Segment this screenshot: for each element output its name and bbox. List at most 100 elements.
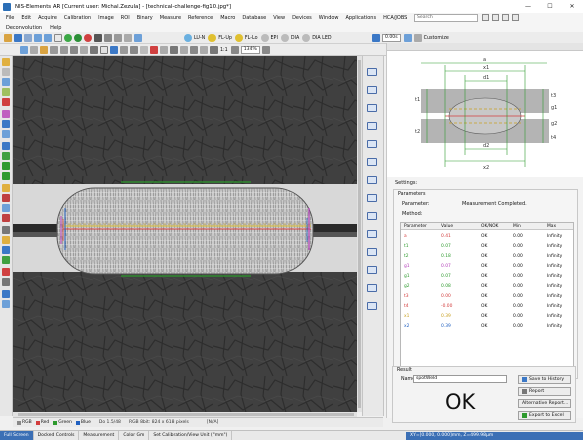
scale-ratio[interactable]: 1:1 (220, 48, 228, 53)
table-row[interactable]: t2 0.18 OK 0.00 Infinity (401, 252, 573, 262)
blank-icon[interactable] (54, 34, 62, 42)
zoom-reset-icon[interactable] (200, 46, 208, 54)
menu-window[interactable]: Window (319, 15, 339, 21)
panel-icon[interactable] (367, 68, 377, 76)
grid-overlay-icon[interactable] (2, 256, 10, 264)
layout-grid-icon[interactable] (367, 86, 377, 94)
menu-calibration[interactable]: Calibration (64, 15, 91, 21)
menu-database[interactable]: Database (242, 15, 266, 21)
frame-tool-icon[interactable] (367, 122, 377, 130)
grid-icon[interactable] (114, 34, 122, 42)
save-icon[interactable] (14, 34, 22, 42)
live-icon[interactable] (74, 34, 82, 42)
lu-n-button[interactable]: LU-N (194, 36, 205, 41)
channel-tab-rgb[interactable]: RGB (17, 420, 32, 425)
tab-full-screen[interactable]: Full Screen (0, 431, 34, 440)
menu-image[interactable]: Image (98, 15, 114, 21)
open-folder-icon[interactable] (4, 34, 12, 42)
shape-icon[interactable] (367, 158, 377, 166)
hand-icon[interactable] (40, 46, 48, 54)
scale-tool-icon[interactable] (367, 104, 377, 112)
threshold-icon[interactable] (2, 204, 10, 212)
arrow-tool-icon[interactable] (20, 46, 28, 54)
channel-tab-green[interactable]: Green (53, 420, 72, 425)
report-button[interactable]: Report (518, 387, 571, 396)
camera-icon[interactable] (34, 34, 42, 42)
table-row[interactable]: g1 0.07 OK 0.00 Infinity (401, 272, 573, 282)
play-icon[interactable] (64, 34, 72, 42)
rect-roi-icon[interactable] (2, 78, 10, 86)
menu-binary[interactable]: Binary (137, 15, 153, 21)
align-icon[interactable] (367, 140, 377, 148)
menu-edit[interactable]: Edit (21, 15, 31, 21)
table-row[interactable]: g2 0.08 OK 0.00 Infinity (401, 282, 573, 292)
layers-icon[interactable] (2, 300, 10, 308)
menu-hca-jobs[interactable]: HCA/JOBS (383, 15, 407, 21)
image-viewer[interactable] (13, 56, 357, 412)
lu-n-icon[interactable] (184, 34, 192, 42)
zoom-field[interactable]: 134% (240, 46, 260, 54)
scale-icon[interactable] (80, 46, 88, 54)
tab-measurement[interactable]: Measurement (79, 431, 120, 440)
delete-icon[interactable] (2, 268, 10, 276)
scroll-thumb[interactable] (18, 413, 354, 416)
arrow-annotation-icon[interactable] (2, 236, 10, 244)
table-row[interactable]: t3 0.00 OK 0.00 Infinity (401, 292, 573, 302)
count-icon[interactable] (2, 184, 10, 192)
tab-docked-controls[interactable]: Docked Controls (34, 431, 80, 440)
polygon-roi-icon[interactable] (2, 98, 10, 106)
zoom-plus-icon[interactable] (261, 46, 270, 54)
calibration-status[interactable]: Set Calibration/View Unit ("mm") (149, 431, 233, 440)
alternative-report-button[interactable]: Alternative Report... (518, 399, 571, 408)
ellipse-roi-icon[interactable] (2, 88, 10, 96)
arrow-shape-icon[interactable] (367, 248, 377, 256)
close-button[interactable]: ✕ (561, 0, 583, 13)
dia-led-icon[interactable] (302, 34, 311, 42)
search-input[interactable]: Search (414, 14, 478, 22)
layout-toggle-icon[interactable] (413, 34, 422, 42)
channel-icon[interactable] (110, 46, 118, 54)
menu-macro[interactable]: Macro (220, 15, 235, 21)
help-icon[interactable] (502, 14, 509, 21)
capture-icon[interactable] (44, 34, 52, 42)
table-row[interactable]: x2 0.39 OK 0.00 Infinity (401, 322, 573, 332)
result-name-field[interactable]: spotWeld (413, 375, 507, 383)
save-to-history-button[interactable]: Save to History (518, 375, 571, 384)
point-icon[interactable] (2, 130, 10, 138)
scale-bar-icon[interactable] (2, 246, 10, 254)
angle-icon[interactable] (2, 172, 10, 180)
exposure-field[interactable]: 0.00s (382, 34, 401, 42)
stop-icon[interactable] (94, 34, 102, 42)
pan-icon[interactable] (30, 46, 38, 54)
layout-icon[interactable] (492, 14, 499, 21)
settings-tool-icon[interactable] (2, 278, 10, 286)
dia-icon[interactable] (280, 34, 289, 42)
customize-button[interactable]: Customize (424, 36, 449, 41)
dia-button[interactable]: DIA (291, 36, 299, 41)
tab-color-gm[interactable]: Color Gm (119, 431, 150, 440)
length-icon[interactable] (2, 152, 10, 160)
export-to-excel-button[interactable]: Export to Excel (518, 411, 571, 420)
menu-acquire[interactable]: Acquire (38, 15, 57, 21)
area-icon[interactable] (2, 162, 10, 170)
zoom-tool-icon[interactable] (2, 68, 10, 76)
line-icon[interactable] (2, 120, 10, 128)
scroll-thumb[interactable] (358, 60, 361, 408)
search-icon[interactable] (482, 14, 489, 21)
exposure-icon[interactable] (372, 34, 380, 42)
fl-lo-icon[interactable] (234, 34, 243, 42)
image-icon[interactable] (24, 34, 32, 42)
fl-up-button[interactable]: FL-Up (218, 36, 232, 41)
epi-button[interactable]: EPI (271, 36, 278, 41)
channel-tab-blue[interactable]: Blue (75, 420, 91, 425)
text-annotation-icon[interactable] (367, 230, 377, 238)
stage-icon[interactable] (104, 34, 112, 42)
ruler-icon[interactable] (140, 46, 148, 54)
table-row[interactable]: t1 0.07 OK 0.00 Infinity (401, 242, 573, 252)
record-icon[interactable] (84, 34, 92, 42)
maximize-button[interactable]: ☐ (539, 0, 561, 13)
overlay-icon[interactable] (90, 46, 98, 54)
menu-file[interactable]: File (6, 15, 14, 21)
menu-devices[interactable]: Devices (292, 15, 312, 21)
freehand-icon[interactable] (2, 110, 10, 118)
